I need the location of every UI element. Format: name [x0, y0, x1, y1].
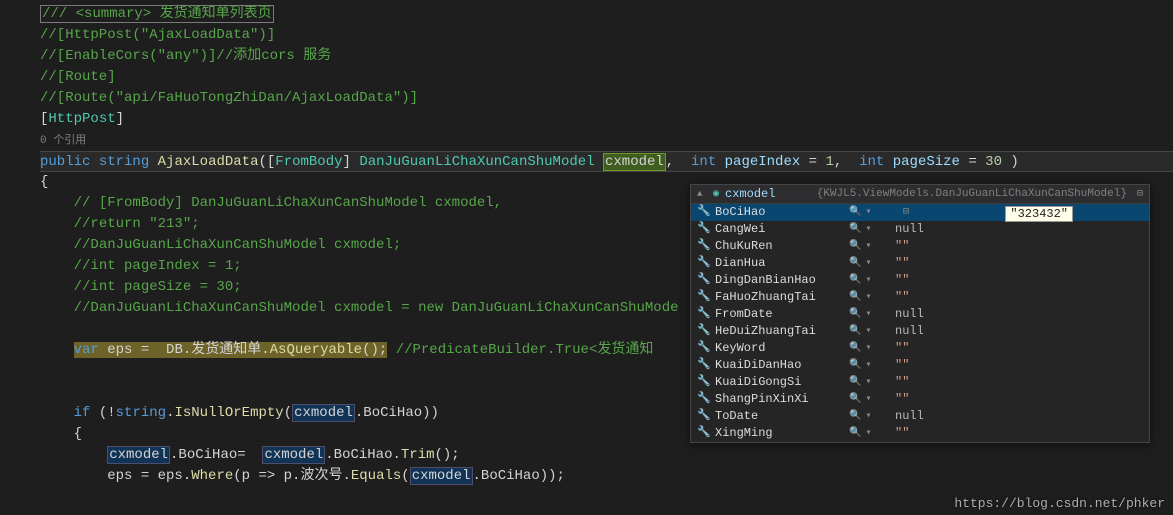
- property-name: ShangPinXinXi: [715, 391, 845, 408]
- datatip-property-row[interactable]: 🔧ToDate🔍▾null: [691, 408, 1149, 425]
- pin-icon[interactable]: ⊟: [1137, 188, 1143, 200]
- datatip-property-row[interactable]: 🔧ChuKuRen🔍▾"": [691, 238, 1149, 255]
- datatip-property-row[interactable]: 🔧KuaiDiDanHao🔍▾"": [691, 357, 1149, 374]
- property-name: DingDanBianHao: [715, 272, 845, 289]
- property-name: KuaiDiGongSi: [715, 374, 845, 391]
- datatip-header[interactable]: ▲ ◉ cxmodel {KWJL5.ViewModels.DanJuGuanL…: [691, 185, 1149, 204]
- property-name: ToDate: [715, 408, 845, 425]
- inspect-icons[interactable]: 🔍▾: [849, 289, 891, 306]
- datatip-property-row[interactable]: 🔧DingDanBianHao🔍▾"": [691, 272, 1149, 289]
- wrench-icon: 🔧: [697, 255, 711, 272]
- wrench-icon: 🔧: [697, 289, 711, 306]
- property-value: "": [895, 340, 909, 357]
- datatip-property-row[interactable]: 🔧FromDate🔍▾null: [691, 306, 1149, 323]
- property-name: DianHua: [715, 255, 845, 272]
- datatip-property-row[interactable]: 🔧FaHuoZhuangTai🔍▾"": [691, 289, 1149, 306]
- datatip-property-row[interactable]: 🔧HeDuiZhuangTai🔍▾null: [691, 323, 1149, 340]
- inspect-icons[interactable]: 🔍▾: [849, 272, 891, 289]
- expand-icon[interactable]: ▲: [697, 189, 707, 199]
- property-value: null: [895, 306, 924, 323]
- wrench-icon: 🔧: [697, 357, 711, 374]
- property-value: "": [895, 255, 909, 272]
- datatip-property-row[interactable]: 🔧DianHua🔍▾"": [691, 255, 1149, 272]
- watermark: https://blog.csdn.net/phker: [954, 496, 1165, 511]
- property-name: BoCiHao: [715, 204, 845, 221]
- property-value: "": [895, 289, 909, 306]
- wrench-icon: 🔧: [697, 306, 711, 323]
- datatip-property-row[interactable]: 🔧BoCiHao🔍▾ ⊟: [691, 204, 1149, 221]
- property-name: ChuKuRen: [715, 238, 845, 255]
- property-value: null: [895, 221, 924, 238]
- property-value: "": [895, 272, 909, 289]
- variable-ref[interactable]: cxmodel: [262, 446, 325, 464]
- datatip-varname: cxmodel: [725, 187, 775, 201]
- comment-line: //[Route("api/FaHuoTongZhiDan/AjaxLoadDa…: [40, 90, 418, 106]
- wrench-icon: 🔧: [697, 323, 711, 340]
- inspect-icons[interactable]: 🔍▾: [849, 391, 891, 408]
- datatip-property-row[interactable]: 🔧KuaiDiGongSi🔍▾"": [691, 374, 1149, 391]
- wrench-icon: 🔧: [697, 221, 711, 238]
- property-value: "": [895, 357, 909, 374]
- datatip-property-row[interactable]: 🔧ShangPinXinXi🔍▾"": [691, 391, 1149, 408]
- wrench-icon: 🔧: [697, 374, 711, 391]
- inspect-icons[interactable]: 🔍▾: [849, 255, 891, 272]
- comment-line: //[HttpPost("AjaxLoadData")]: [40, 27, 275, 43]
- datatip-type: {KWJL5.ViewModels.DanJuGuanLiChaXunCanSh…: [817, 188, 1127, 200]
- inspect-icons[interactable]: 🔍▾: [849, 408, 891, 425]
- property-name: XingMing: [715, 425, 845, 442]
- current-line[interactable]: public string AjaxLoadData([FromBody] Da…: [40, 151, 1173, 172]
- debugger-datatip[interactable]: ▲ ◉ cxmodel {KWJL5.ViewModels.DanJuGuanL…: [690, 184, 1150, 443]
- wrench-icon: 🔧: [697, 425, 711, 442]
- variable-ref[interactable]: cxmodel: [292, 404, 355, 422]
- debugger-hover-target[interactable]: cxmodel: [603, 153, 666, 171]
- wrench-icon: 🔧: [697, 272, 711, 289]
- datatip-property-row[interactable]: 🔧KeyWord🔍▾"": [691, 340, 1149, 357]
- inspect-icons[interactable]: 🔍▾: [849, 238, 891, 255]
- variable-ref[interactable]: cxmodel: [107, 446, 170, 464]
- property-value: "": [895, 238, 909, 255]
- pin-icon[interactable]: ⊟: [903, 204, 909, 221]
- property-value: null: [895, 408, 924, 425]
- wrench-icon: 🔧: [697, 204, 711, 221]
- wrench-icon: 🔧: [697, 238, 711, 255]
- inspect-icons[interactable]: 🔍▾: [849, 374, 891, 391]
- references-codelens[interactable]: 0 个引用: [40, 135, 86, 147]
- summary-comment: /// <summary> 发货通知单列表页: [40, 5, 274, 23]
- inspect-icons[interactable]: 🔍▾: [849, 221, 891, 238]
- property-name: KeyWord: [715, 340, 845, 357]
- wrench-icon: 🔧: [697, 391, 711, 408]
- property-value: "": [895, 374, 909, 391]
- comment-line: //[Route]: [40, 69, 116, 85]
- property-value: null: [895, 323, 924, 340]
- property-value: "": [895, 425, 909, 442]
- object-icon: ◉: [713, 188, 719, 200]
- inspect-icons[interactable]: 🔍▾: [849, 323, 891, 340]
- inspect-icons[interactable]: 🔍▾: [849, 204, 891, 221]
- datatip-property-row[interactable]: 🔧CangWei🔍▾null: [691, 221, 1149, 238]
- attribute: HttpPost: [48, 111, 115, 127]
- inspect-icons[interactable]: 🔍▾: [849, 425, 891, 442]
- comment-line: //[EnableCors("any")]//添加cors 服务: [40, 48, 331, 64]
- inspect-icons[interactable]: 🔍▾: [849, 357, 891, 374]
- value-highlight-box: "323432": [1005, 206, 1073, 222]
- property-value: "": [895, 391, 909, 408]
- selected-text: var eps = DB.发货通知单.AsQueryable();: [74, 342, 388, 358]
- method-name: AjaxLoadData: [158, 154, 259, 170]
- datatip-property-row[interactable]: 🔧XingMing🔍▾"": [691, 425, 1149, 442]
- property-name: CangWei: [715, 221, 845, 238]
- variable-ref[interactable]: cxmodel: [410, 467, 473, 485]
- wrench-icon: 🔧: [697, 340, 711, 357]
- wrench-icon: 🔧: [697, 408, 711, 425]
- property-name: HeDuiZhuangTai: [715, 323, 845, 340]
- property-name: KuaiDiDanHao: [715, 357, 845, 374]
- property-name: FaHuoZhuangTai: [715, 289, 845, 306]
- property-name: FromDate: [715, 306, 845, 323]
- inspect-icons[interactable]: 🔍▾: [849, 306, 891, 323]
- inspect-icons[interactable]: 🔍▾: [849, 340, 891, 357]
